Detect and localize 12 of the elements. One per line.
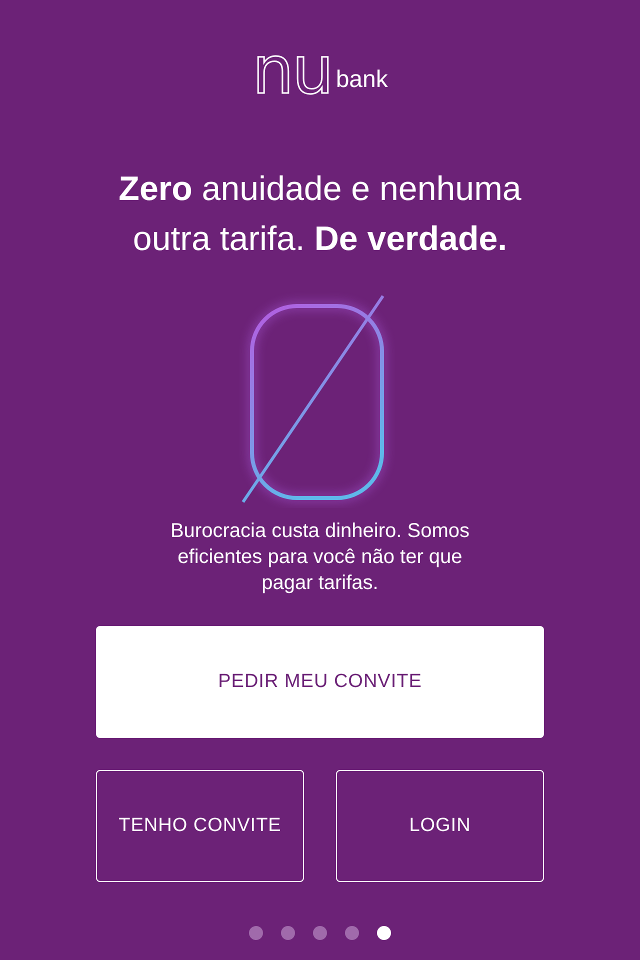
page-dot[interactable]: [281, 926, 295, 940]
logo-wordmark: bank: [336, 66, 388, 95]
headline: Zero anuidade e nenhuma outra tarifa. De verdade.: [118, 169, 522, 260]
page-dot[interactable]: [313, 926, 327, 940]
request-invite-button[interactable]: PEDIR MEU CONVITE: [96, 626, 544, 738]
have-invite-button[interactable]: TENHO CONVITE: [96, 770, 304, 882]
page-dot[interactable]: [249, 926, 263, 940]
page-dot[interactable]: [345, 926, 359, 940]
page-dot[interactable]: [377, 926, 391, 940]
description: Burocracia custa dinheiro. Somos eficientes para você não ter que pagar tarifas.: [169, 519, 471, 596]
login-button[interactable]: LOGIN: [336, 770, 544, 882]
logo-mark: nu: [252, 38, 332, 104]
